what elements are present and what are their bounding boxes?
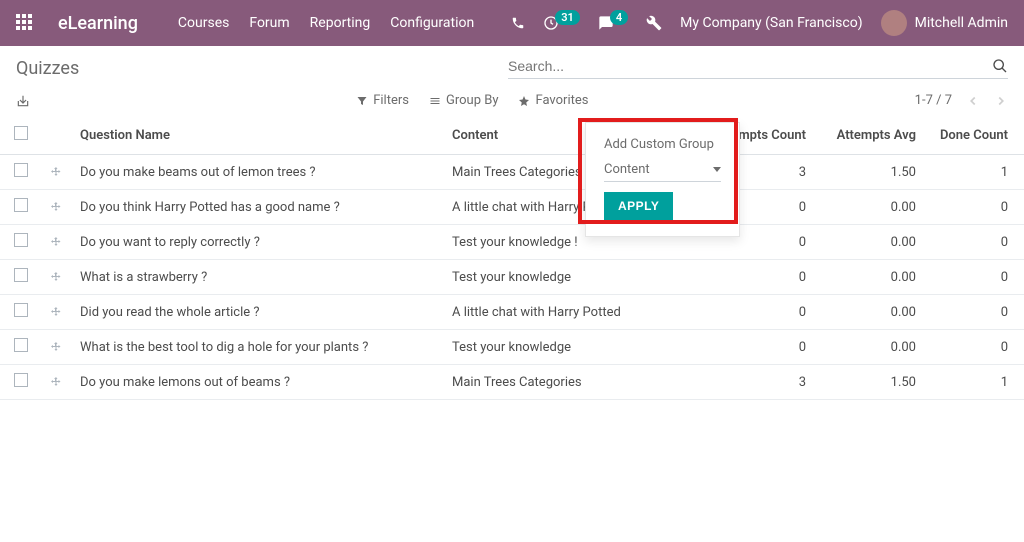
- cell-question: Do you think Harry Potted has a good nam…: [72, 190, 444, 225]
- cell-attempts-count: 3: [704, 365, 814, 400]
- col-done-count[interactable]: Done Count: [924, 116, 1024, 155]
- group-by-button[interactable]: Group By: [429, 93, 499, 108]
- quizzes-table: Question Name Content Attempts Count Att…: [0, 116, 1024, 400]
- search-input[interactable]: [508, 58, 992, 74]
- cell-content: A little chat with Harry Potted: [444, 295, 704, 330]
- drag-handle-icon[interactable]: [50, 166, 64, 178]
- apps-menu-icon[interactable]: [16, 14, 34, 32]
- cell-done-count: 0: [924, 330, 1024, 365]
- cell-attempts-avg: 0.00: [814, 225, 924, 260]
- pager: 1-7 / 7: [915, 93, 1008, 108]
- caret-down-icon: [713, 167, 721, 172]
- group-field-select[interactable]: Content: [604, 160, 721, 182]
- drag-handle-icon[interactable]: [50, 236, 64, 248]
- dropdown-title: Add Custom Group: [604, 137, 721, 152]
- activities-icon[interactable]: 31: [543, 15, 580, 31]
- app-brand[interactable]: eLearning: [58, 13, 138, 34]
- row-checkbox[interactable]: [14, 233, 28, 247]
- pager-prev-icon[interactable]: [966, 94, 980, 108]
- cell-content: Test your knowledge: [444, 260, 704, 295]
- user-menu[interactable]: Mitchell Admin: [881, 10, 1008, 36]
- cell-attempts-avg: 1.50: [814, 155, 924, 190]
- cell-attempts-avg: 0.00: [814, 330, 924, 365]
- search-bar[interactable]: [508, 58, 1008, 79]
- cell-question: Do you make lemons out of beams ?: [72, 365, 444, 400]
- drag-handle-icon[interactable]: [50, 341, 64, 353]
- cell-question: What is a strawberry ?: [72, 260, 444, 295]
- table-row[interactable]: Do you want to reply correctly ?Test you…: [0, 225, 1024, 260]
- col-question[interactable]: Question Name: [72, 116, 444, 155]
- table-row[interactable]: Do you make lemons out of beams ?Main Tr…: [0, 365, 1024, 400]
- search-options: Filters Group By Favorites: [356, 93, 588, 108]
- drag-handle-icon[interactable]: [50, 271, 64, 283]
- messages-count: 4: [610, 10, 628, 25]
- company-switcher[interactable]: My Company (San Francisco): [680, 15, 862, 31]
- drag-handle-icon[interactable]: [50, 306, 64, 318]
- cell-attempts-count: 0: [704, 330, 814, 365]
- control-panel: Quizzes Filters Group By Favorites: [0, 46, 1024, 116]
- favorites-button[interactable]: Favorites: [518, 93, 588, 108]
- cell-attempts-avg: 0.00: [814, 295, 924, 330]
- cell-question: What is the best tool to dig a hole for …: [72, 330, 444, 365]
- row-checkbox[interactable]: [14, 338, 28, 352]
- pager-range[interactable]: 1-7 / 7: [915, 93, 952, 108]
- cell-attempts-avg: 1.50: [814, 365, 924, 400]
- cell-question: Do you make beams out of lemon trees ?: [72, 155, 444, 190]
- cell-question: Do you want to reply correctly ?: [72, 225, 444, 260]
- debug-icon[interactable]: [646, 15, 662, 31]
- nav-right: 31 4 My Company (San Francisco) Mitchell…: [511, 10, 1008, 36]
- nav-links: Courses Forum Reporting Configuration: [178, 15, 474, 31]
- cell-content: Main Trees Categories: [444, 365, 704, 400]
- cell-done-count: 0: [924, 190, 1024, 225]
- nav-forum[interactable]: Forum: [249, 15, 289, 31]
- pager-next-icon[interactable]: [994, 94, 1008, 108]
- user-name: Mitchell Admin: [915, 15, 1008, 31]
- cell-content: Test your knowledge: [444, 330, 704, 365]
- group-by-dropdown: Add Custom Group Content APPLY: [585, 122, 740, 237]
- table-row[interactable]: What is the best tool to dig a hole for …: [0, 330, 1024, 365]
- cell-attempts-count: 0: [704, 260, 814, 295]
- table-row[interactable]: Did you read the whole article ?A little…: [0, 295, 1024, 330]
- filters-button[interactable]: Filters: [356, 93, 409, 108]
- nav-reporting[interactable]: Reporting: [310, 15, 371, 31]
- export-icon[interactable]: [16, 94, 30, 108]
- table-row[interactable]: What is a strawberry ?Test your knowledg…: [0, 260, 1024, 295]
- cell-done-count: 0: [924, 295, 1024, 330]
- top-navbar: eLearning Courses Forum Reporting Config…: [0, 0, 1024, 46]
- col-attempts-avg[interactable]: Attempts Avg: [814, 116, 924, 155]
- search-icon[interactable]: [992, 58, 1008, 74]
- row-checkbox[interactable]: [14, 373, 28, 387]
- cell-done-count: 1: [924, 365, 1024, 400]
- nav-configuration[interactable]: Configuration: [390, 15, 474, 31]
- cell-attempts-count: 0: [704, 295, 814, 330]
- cell-attempts-avg: 0.00: [814, 260, 924, 295]
- table-row[interactable]: Do you make beams out of lemon trees ?Ma…: [0, 155, 1024, 190]
- row-checkbox[interactable]: [14, 303, 28, 317]
- voip-icon[interactable]: [511, 16, 525, 30]
- activities-count: 31: [555, 10, 580, 25]
- nav-courses[interactable]: Courses: [178, 15, 229, 31]
- drag-handle-icon[interactable]: [50, 376, 64, 388]
- row-checkbox[interactable]: [14, 163, 28, 177]
- cell-question: Did you read the whole article ?: [72, 295, 444, 330]
- cell-attempts-avg: 0.00: [814, 190, 924, 225]
- row-checkbox[interactable]: [14, 198, 28, 212]
- table-row[interactable]: Do you think Harry Potted has a good nam…: [0, 190, 1024, 225]
- apply-button[interactable]: APPLY: [604, 192, 673, 220]
- messages-icon[interactable]: 4: [598, 15, 628, 31]
- row-checkbox[interactable]: [14, 268, 28, 282]
- cell-done-count: 0: [924, 225, 1024, 260]
- page-title: Quizzes: [16, 58, 79, 79]
- user-avatar: [881, 10, 907, 36]
- cell-done-count: 0: [924, 260, 1024, 295]
- drag-handle-icon[interactable]: [50, 201, 64, 213]
- group-field-value: Content: [604, 162, 650, 177]
- cell-done-count: 1: [924, 155, 1024, 190]
- select-all-checkbox[interactable]: [14, 126, 28, 140]
